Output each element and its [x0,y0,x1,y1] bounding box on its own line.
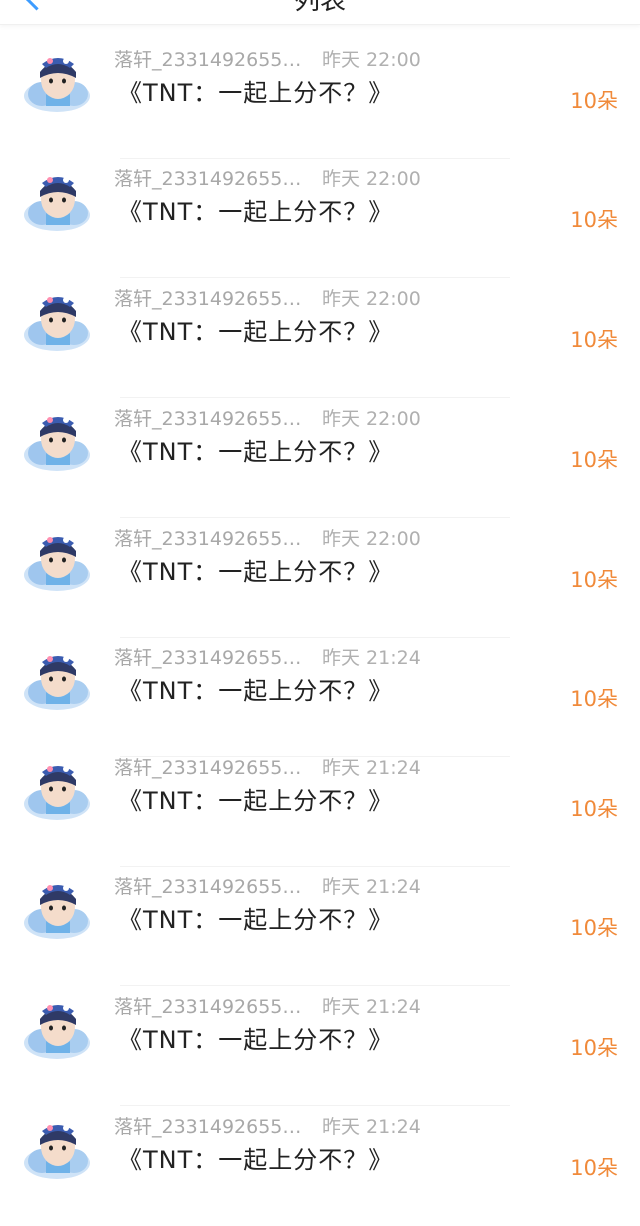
message-text: 《TNT：一起上分不？》 [118,558,394,586]
avatar[interactable] [20,877,94,941]
divider [120,397,510,398]
timestamp: 昨天 22:00 [322,49,421,71]
avatar[interactable] [20,1117,94,1181]
sender-name: 落轩_2331492655… [114,408,302,430]
gift-count: 10朵 [570,568,618,592]
timestamp: 昨天 21:24 [322,647,421,669]
timestamp: 昨天 21:24 [322,757,421,779]
gift-count: 10朵 [570,328,618,352]
top-bar: 列表 [0,0,640,25]
avatar[interactable] [20,169,94,233]
avatar[interactable] [20,50,94,114]
divider [120,985,510,986]
timestamp: 昨天 22:00 [322,408,421,430]
gift-count: 10朵 [570,1156,618,1180]
list-item[interactable]: 落轩_2331492655… 昨天 21:24 《TNT：一起上分不？》 10朵 [0,867,640,986]
avatar[interactable] [20,648,94,712]
timestamp: 昨天 22:00 [322,528,421,550]
timestamp: 昨天 21:24 [322,1116,421,1138]
back-chevron-icon[interactable] [24,0,49,11]
divider [120,1105,510,1106]
gift-count: 10朵 [570,1036,618,1060]
sender-name: 落轩_2331492655… [114,757,302,779]
message-text: 《TNT：一起上分不？》 [118,318,394,346]
list-item[interactable]: 落轩_2331492655… 昨天 21:24 《TNT：一起上分不？》 10朵 [0,748,640,867]
sender-name: 落轩_2331492655… [114,996,302,1018]
timestamp: 昨天 21:24 [322,876,421,898]
page-title: 列表 [293,0,346,16]
list-item[interactable]: 落轩_2331492655… 昨天 22:00 《TNT：一起上分不？》 10朵 [0,40,640,159]
avatar[interactable] [20,289,94,353]
divider [120,277,510,278]
sender-name: 落轩_2331492655… [114,1116,302,1138]
list-item[interactable]: 落轩_2331492655… 昨天 21:24 《TNT：一起上分不？》 10朵 [0,987,640,1106]
gift-count: 10朵 [570,916,618,940]
message-text: 《TNT：一起上分不？》 [118,79,394,107]
message-text: 《TNT：一起上分不？》 [118,906,394,934]
gift-count: 10朵 [570,448,618,472]
timestamp: 昨天 21:24 [322,996,421,1018]
divider [120,517,510,518]
timestamp: 昨天 22:00 [322,168,421,190]
avatar[interactable] [20,529,94,593]
avatar[interactable] [20,409,94,473]
list-item[interactable]: 落轩_2331492655… 昨天 22:00 《TNT：一起上分不？》 10朵 [0,399,640,518]
gift-count: 10朵 [570,208,618,232]
message-text: 《TNT：一起上分不？》 [118,438,394,466]
sender-name: 落轩_2331492655… [114,168,302,190]
sender-name: 落轩_2331492655… [114,49,302,71]
list-item[interactable]: 落轩_2331492655… 昨天 21:24 《TNT：一起上分不？》 10朵 [0,1107,640,1226]
sender-name: 落轩_2331492655… [114,647,302,669]
gift-count: 10朵 [570,89,618,113]
gift-count: 10朵 [570,687,618,711]
timestamp: 昨天 22:00 [322,288,421,310]
avatar[interactable] [20,997,94,1061]
message-text: 《TNT：一起上分不？》 [118,677,394,705]
message-text: 《TNT：一起上分不？》 [118,198,394,226]
list-item[interactable]: 落轩_2331492655… 昨天 21:24 《TNT：一起上分不？》 10朵 [0,638,640,757]
list-item[interactable]: 落轩_2331492655… 昨天 22:00 《TNT：一起上分不？》 10朵 [0,519,640,638]
avatar[interactable] [20,758,94,822]
message-text: 《TNT：一起上分不？》 [118,787,394,815]
message-text: 《TNT：一起上分不？》 [118,1146,394,1174]
list-item[interactable]: 落轩_2331492655… 昨天 22:00 《TNT：一起上分不？》 10朵 [0,279,640,398]
list-item[interactable]: 落轩_2331492655… 昨天 22:00 《TNT：一起上分不？》 10朵 [0,159,640,278]
sender-name: 落轩_2331492655… [114,876,302,898]
sender-name: 落轩_2331492655… [114,288,302,310]
message-text: 《TNT：一起上分不？》 [118,1026,394,1054]
sender-name: 落轩_2331492655… [114,528,302,550]
gift-count: 10朵 [570,797,618,821]
